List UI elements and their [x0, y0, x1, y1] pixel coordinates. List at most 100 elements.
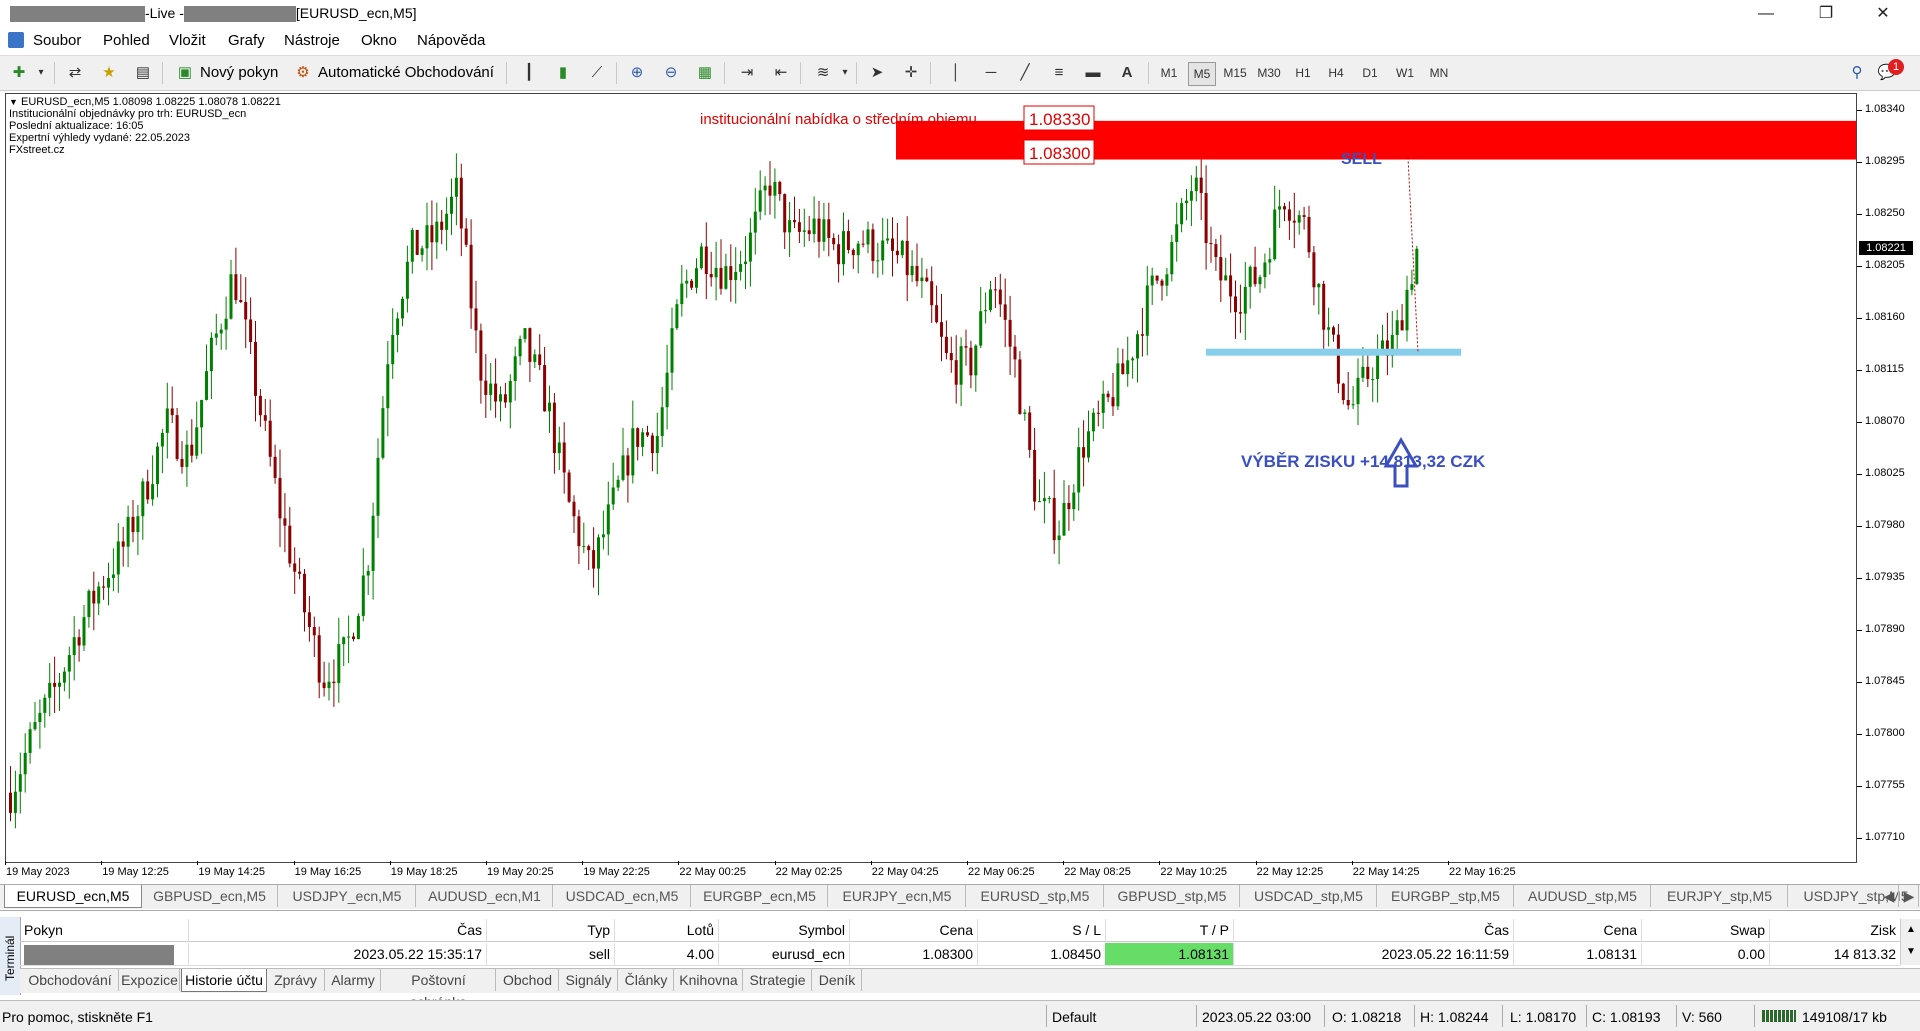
timeframe-d1[interactable]: D1: [1357, 62, 1383, 84]
auto-trading-icon[interactable]: ⚙: [292, 62, 314, 84]
menu-nastroje[interactable]: Nástroje: [284, 32, 340, 49]
terminal-tab[interactable]: Knihovna: [675, 969, 743, 991]
column-header[interactable]: Lotů: [614, 919, 719, 941]
terminal-tab[interactable]: Historie účtu: [181, 969, 267, 992]
menu-okno[interactable]: Okno: [361, 32, 397, 49]
menu-pohled[interactable]: Pohled: [103, 32, 150, 49]
table-row[interactable]: 2023.05.22 15:35:17 sell 4.00 eurusd_ecn 1.0…: [20, 943, 1901, 966]
symbol-tab[interactable]: USDCAD_ecn,M5: [554, 885, 691, 907]
symbol-tab[interactable]: EURJPY_stp,M5: [1652, 885, 1788, 907]
column-header[interactable]: Pokyn: [20, 919, 189, 941]
symbol-tab[interactable]: GBPUSD_stp,M5: [1105, 885, 1240, 907]
terminal-tab[interactable]: Alarmy: [326, 969, 381, 991]
candle: [165, 382, 169, 459]
vertical-line-icon[interactable]: │: [945, 62, 967, 84]
indicators-icon[interactable]: ≋: [812, 62, 834, 84]
column-header[interactable]: Typ: [486, 919, 615, 941]
chart-shift-icon[interactable]: ⇤: [770, 62, 792, 84]
menu-soubor[interactable]: Soubor: [33, 32, 81, 49]
restore-button[interactable]: ❐: [1803, 0, 1849, 28]
candle: [1356, 358, 1360, 426]
chevron-down-icon[interactable]: ▾: [834, 62, 856, 84]
timeframe-mn[interactable]: MN: [1425, 62, 1453, 84]
timeframe-h1[interactable]: H1: [1290, 62, 1316, 84]
terminal-tab[interactable]: Obchodování: [22, 969, 119, 991]
search-icon[interactable]: ⚲: [1846, 62, 1868, 84]
terminal-scrollbar[interactable]: ▲ ▼: [1900, 919, 1920, 965]
zoom-in-icon[interactable]: ⊕: [626, 62, 648, 84]
symbol-tab[interactable]: USDCAD_stp,M5: [1241, 885, 1377, 907]
candle: [97, 581, 101, 616]
close-button[interactable]: ✕: [1860, 0, 1906, 28]
column-header[interactable]: T / P: [1105, 919, 1234, 941]
rectangle-icon[interactable]: ▬: [1082, 62, 1104, 84]
chevron-left-icon[interactable]: ◀: [1880, 885, 1899, 907]
terminal-tab[interactable]: Deník: [813, 969, 862, 991]
candlestick-icon[interactable]: ▮: [552, 62, 574, 84]
price-tick: [1857, 681, 1862, 683]
symbol-tab[interactable]: EURUSD_ecn,M5: [4, 885, 142, 908]
terminal-tab[interactable]: Obchod: [497, 969, 559, 991]
bar-chart-icon[interactable]: ┃: [518, 62, 540, 84]
terminal-tab[interactable]: Expozice: [120, 969, 180, 991]
terminal-tab[interactable]: Zprávy: [267, 969, 325, 991]
candle: [396, 312, 400, 353]
column-header[interactable]: Zisk: [1769, 919, 1901, 941]
timeframe-m5[interactable]: M5: [1188, 62, 1216, 86]
column-header[interactable]: Cena: [1513, 919, 1642, 941]
symbol-tab[interactable]: AUDUSD_stp,M5: [1515, 885, 1651, 907]
timeframe-m30[interactable]: M30: [1254, 62, 1284, 84]
symbol-tab[interactable]: EURGBP_stp,M5: [1378, 885, 1514, 907]
terminal-tab[interactable]: Strategie: [744, 969, 812, 991]
column-header[interactable]: Cena: [849, 919, 978, 941]
column-header[interactable]: Čas: [1233, 919, 1514, 941]
crosshair-icon[interactable]: ✛: [900, 62, 922, 84]
column-header[interactable]: Symbol: [718, 919, 850, 941]
new-chart-icon[interactable]: ✚: [8, 62, 30, 84]
menu-grafy[interactable]: Grafy: [228, 32, 265, 49]
new-order-button[interactable]: Nový pokyn: [200, 64, 278, 81]
tile-windows-icon[interactable]: ▦: [694, 62, 716, 84]
channel-icon[interactable]: ≡: [1048, 62, 1070, 84]
cursor-icon[interactable]: ➤: [866, 62, 888, 84]
new-order-icon[interactable]: ▣: [174, 62, 196, 84]
terminal-tab[interactable]: Články: [619, 969, 674, 991]
autoscroll-icon[interactable]: ⇥: [736, 62, 758, 84]
market-watch-icon[interactable]: ⇄: [64, 62, 86, 84]
symbol-tab[interactable]: EURUSD_stp,M5: [967, 885, 1104, 907]
candle: [28, 722, 32, 764]
timeframe-m15[interactable]: M15: [1220, 62, 1250, 84]
symbol-tab[interactable]: USDJPY_ecn,M5: [279, 885, 416, 907]
symbol-tab[interactable]: GBPUSD_ecn,M5: [142, 885, 278, 907]
column-header[interactable]: Swap: [1641, 919, 1770, 941]
terminal-tab[interactable]: Poštovní schránka: [382, 969, 496, 1010]
symbol-tab[interactable]: EURGBP_ecn,M5: [692, 885, 828, 907]
terminal-tab[interactable]: Signály: [560, 969, 618, 991]
time-label: 22 May 04:25: [871, 866, 939, 878]
horizontal-line-icon[interactable]: ─: [980, 62, 1002, 84]
symbol-tab[interactable]: AUDUSD_ecn,M1: [417, 885, 553, 907]
timeframe-h4[interactable]: H4: [1323, 62, 1349, 84]
chevron-down-icon[interactable]: ▾: [30, 62, 52, 84]
column-header[interactable]: S / L: [977, 919, 1106, 941]
chart-area[interactable]: institucionální nabídka o středním objem…: [5, 93, 1857, 863]
candle: [371, 502, 375, 600]
text-label-icon[interactable]: A: [1116, 62, 1138, 84]
terminal-icon[interactable]: ▤: [132, 62, 154, 84]
minimize-button[interactable]: —: [1743, 0, 1789, 28]
timeframe-w1[interactable]: W1: [1392, 62, 1418, 84]
symbol-tab[interactable]: EURJPY_ecn,M5: [829, 885, 966, 907]
line-chart-icon[interactable]: ⟋: [586, 62, 608, 84]
trendline-icon[interactable]: ╱: [1014, 62, 1036, 84]
chevron-up-icon[interactable]: ▲: [1901, 919, 1920, 941]
status-profile[interactable]: Default: [1052, 1009, 1096, 1025]
column-header[interactable]: Čas: [188, 919, 487, 941]
navigator-icon[interactable]: ★: [98, 62, 120, 84]
chevron-right-icon[interactable]: ▶: [1900, 885, 1919, 907]
chevron-down-icon[interactable]: ▼: [1901, 941, 1920, 963]
auto-trading-button[interactable]: Automatické Obchodování: [318, 64, 494, 81]
menu-vlozit[interactable]: Vložit: [169, 32, 206, 49]
timeframe-m1[interactable]: M1: [1156, 62, 1182, 84]
menu-napoveda[interactable]: Nápověda: [417, 32, 485, 49]
zoom-out-icon[interactable]: ⊖: [660, 62, 682, 84]
